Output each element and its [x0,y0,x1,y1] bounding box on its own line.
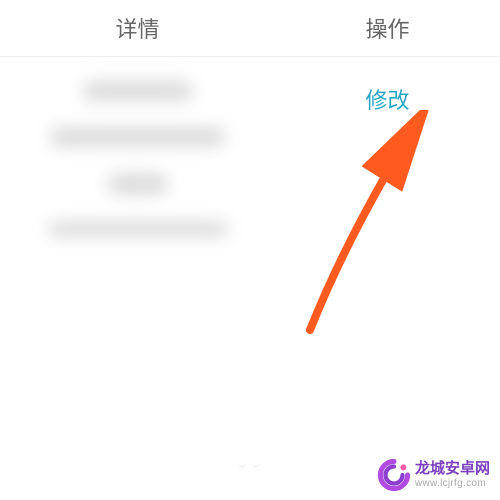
watermark-title: 龙城安卓网 [415,461,490,478]
blurred-detail-text [83,81,193,101]
action-column: 修改 [275,77,500,237]
table-header-row: 详情 操作 [0,0,500,57]
blurred-detail-text [108,173,168,195]
blurred-detail-text [50,127,225,147]
watermark-text: 龙城安卓网 www.lcjrfg.com [415,461,490,489]
detail-column [0,77,275,237]
watermark: 龙城安卓网 www.lcjrfg.com [377,458,490,492]
decorative-dots: ⌄⌄ [236,455,263,472]
edit-link[interactable]: 修改 [365,83,409,115]
watermark-url: www.lcjrfg.com [415,478,490,489]
column-header-detail: 详情 [0,12,275,44]
column-header-action: 操作 [275,12,500,44]
watermark-logo-icon [377,458,411,492]
blurred-detail-text [48,221,228,237]
table-body: 修改 [0,57,500,237]
